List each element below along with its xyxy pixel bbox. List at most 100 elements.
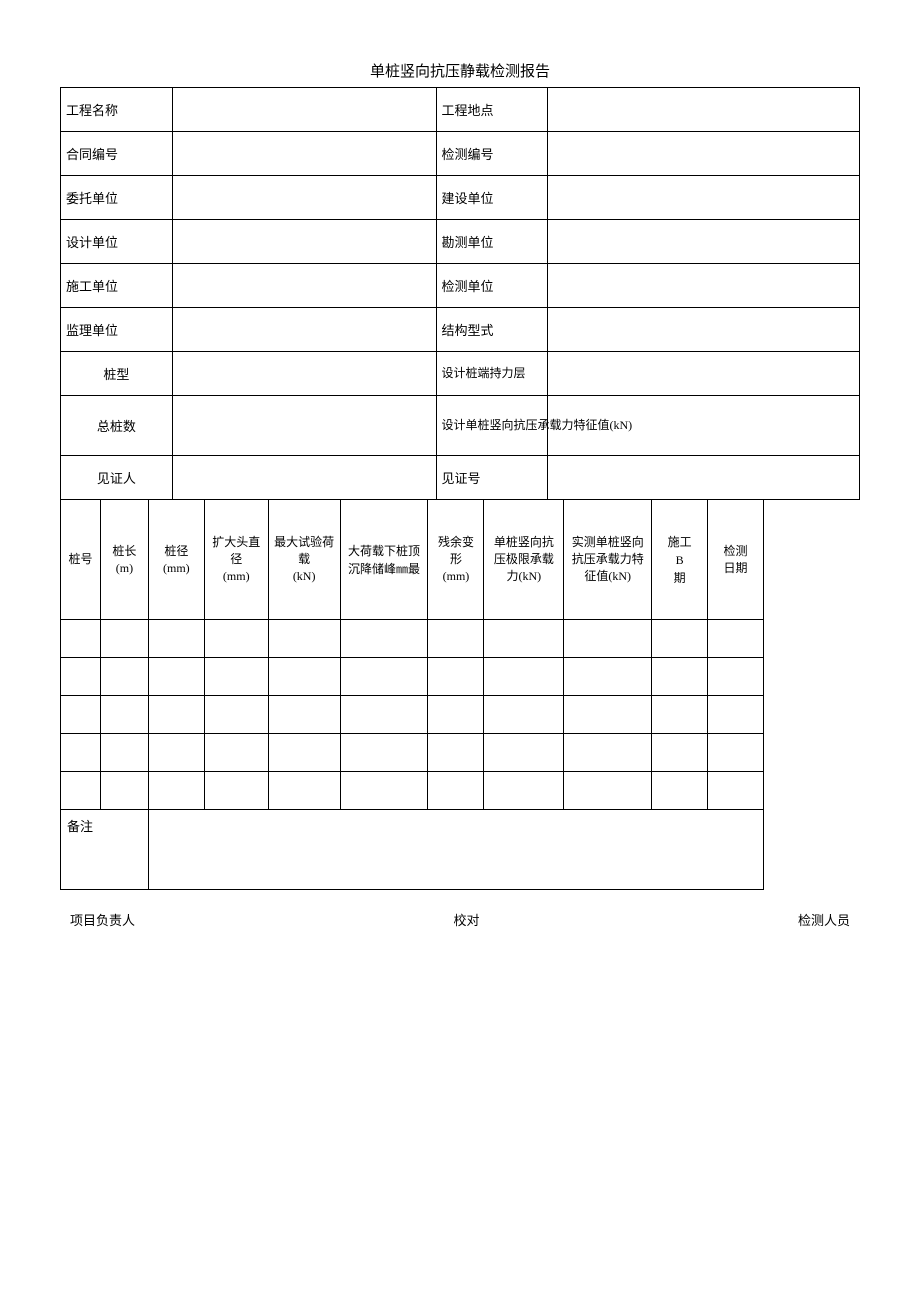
col-header-actual-bearing: 实测单桩竖向抗压承载力特征值(kN)	[564, 500, 652, 620]
cell-pile-no	[61, 734, 101, 772]
page-title: 单桩竖向抗压静载检测报告	[60, 60, 860, 81]
table-row	[61, 696, 860, 734]
cell-test-date	[708, 620, 764, 658]
main-table: 工程名称 工程地点 合同编号 检测编号 委托单位 建设单位 设计单位 勘测单位 …	[60, 87, 860, 500]
label-construction-unit: 施工单位	[61, 264, 173, 308]
value-client	[172, 176, 436, 220]
value-structure-type	[548, 308, 860, 352]
label-design-bearing-value: 设计单桩竖向抗压承载力特征值(kN)	[436, 396, 548, 456]
cell-settlement	[340, 658, 428, 696]
footer: 项目负责人 校对 检测人员	[60, 910, 860, 929]
cell-settlement	[340, 734, 428, 772]
col-header-pile-length: 桩长(m)	[100, 500, 148, 620]
cell-expanded-diameter	[204, 658, 268, 696]
cell-max-test-load	[268, 696, 340, 734]
cell-residual-deform	[428, 658, 484, 696]
col-header-pile-diameter: 桩径(mm)	[148, 500, 204, 620]
cell-pile-no	[61, 696, 101, 734]
remarks-row: 备注	[61, 810, 860, 890]
cell-test-date	[708, 772, 764, 810]
info-row-1: 工程名称 工程地点	[61, 88, 860, 132]
remarks-value	[148, 810, 763, 890]
label-client: 委托单位	[61, 176, 173, 220]
value-construction-unit	[172, 264, 436, 308]
cell-construction-period	[652, 696, 708, 734]
value-project-name	[172, 88, 436, 132]
table-row	[61, 772, 860, 810]
value-design-unit	[172, 220, 436, 264]
info-row-8: 总桩数 设计单桩竖向抗压承载力特征值(kN)	[61, 396, 860, 456]
label-witness: 见证人	[61, 456, 173, 500]
cell-pile-diameter	[148, 658, 204, 696]
data-table: 桩号 桩长(m) 桩径(mm) 扩大头直径(mm) 最大试验荷载(kN) 大荷载…	[60, 499, 860, 890]
value-construction-owner	[548, 176, 860, 220]
footer-reviewer: 校对	[453, 910, 479, 929]
cell-settlement	[340, 772, 428, 810]
info-row-7: 桩型 设计桩端持力层	[61, 352, 860, 396]
footer-project-leader: 项目负责人	[70, 910, 135, 929]
col-header-limit-bearing: 单桩竖向抗压极限承载力(kN)	[484, 500, 564, 620]
col-header-residual-deform: 残余变形(mm)	[428, 500, 484, 620]
value-test-no	[548, 132, 860, 176]
value-witness-no	[548, 456, 860, 500]
cell-limit-bearing	[484, 734, 564, 772]
label-test-unit: 检测单位	[436, 264, 548, 308]
cell-pile-length	[100, 620, 148, 658]
cell-pile-length	[100, 772, 148, 810]
cell-residual-deform	[428, 772, 484, 810]
cell-test-date	[708, 734, 764, 772]
cell-max-test-load	[268, 734, 340, 772]
footer-inspector: 检测人员	[798, 910, 850, 929]
table-row	[61, 734, 860, 772]
cell-residual-deform	[428, 620, 484, 658]
label-project-location: 工程地点	[436, 88, 548, 132]
cell-actual-bearing	[564, 620, 652, 658]
label-structure-type: 结构型式	[436, 308, 548, 352]
col-header-settlement: 大荷载下桩顶沉降储峰㎜最	[340, 500, 428, 620]
cell-residual-deform	[428, 696, 484, 734]
cell-actual-bearing	[564, 734, 652, 772]
value-pile-type	[172, 352, 436, 396]
value-witness	[172, 456, 436, 500]
cell-expanded-diameter	[204, 734, 268, 772]
cell-expanded-diameter	[204, 696, 268, 734]
cell-construction-period	[652, 734, 708, 772]
label-pile-type: 桩型	[61, 352, 173, 396]
cell-pile-no	[61, 772, 101, 810]
cell-pile-diameter	[148, 772, 204, 810]
label-design-bearing-layer: 设计桩端持力层	[436, 352, 548, 396]
cell-pile-no	[61, 620, 101, 658]
col-header-max-test-load: 最大试验荷载(kN)	[268, 500, 340, 620]
table-row	[61, 620, 860, 658]
cell-actual-bearing	[564, 696, 652, 734]
label-witness-no: 见证号	[436, 456, 548, 500]
cell-expanded-diameter	[204, 772, 268, 810]
value-design-bearing-layer	[548, 352, 860, 396]
label-project-name: 工程名称	[61, 88, 173, 132]
remarks-label: 备注	[61, 810, 149, 890]
value-survey-unit	[548, 220, 860, 264]
cell-residual-deform	[428, 734, 484, 772]
value-test-unit	[548, 264, 860, 308]
col-header-pile-no: 桩号	[61, 500, 101, 620]
cell-limit-bearing	[484, 696, 564, 734]
value-total-piles	[172, 396, 436, 456]
cell-test-date	[708, 658, 764, 696]
label-construction-owner: 建设单位	[436, 176, 548, 220]
info-row-9: 见证人 见证号	[61, 456, 860, 500]
cell-actual-bearing	[564, 772, 652, 810]
col-header-test-date: 检测日期	[708, 500, 764, 620]
cell-construction-period	[652, 772, 708, 810]
label-test-no: 检测编号	[436, 132, 548, 176]
cell-limit-bearing	[484, 658, 564, 696]
label-supervisor: 监理单位	[61, 308, 173, 352]
cell-pile-length	[100, 696, 148, 734]
cell-test-date	[708, 696, 764, 734]
cell-pile-diameter	[148, 734, 204, 772]
table-row	[61, 658, 860, 696]
info-row-2: 合同编号 检测编号	[61, 132, 860, 176]
cell-pile-diameter	[148, 620, 204, 658]
label-survey-unit: 勘测单位	[436, 220, 548, 264]
cell-construction-period	[652, 658, 708, 696]
cell-construction-period	[652, 620, 708, 658]
